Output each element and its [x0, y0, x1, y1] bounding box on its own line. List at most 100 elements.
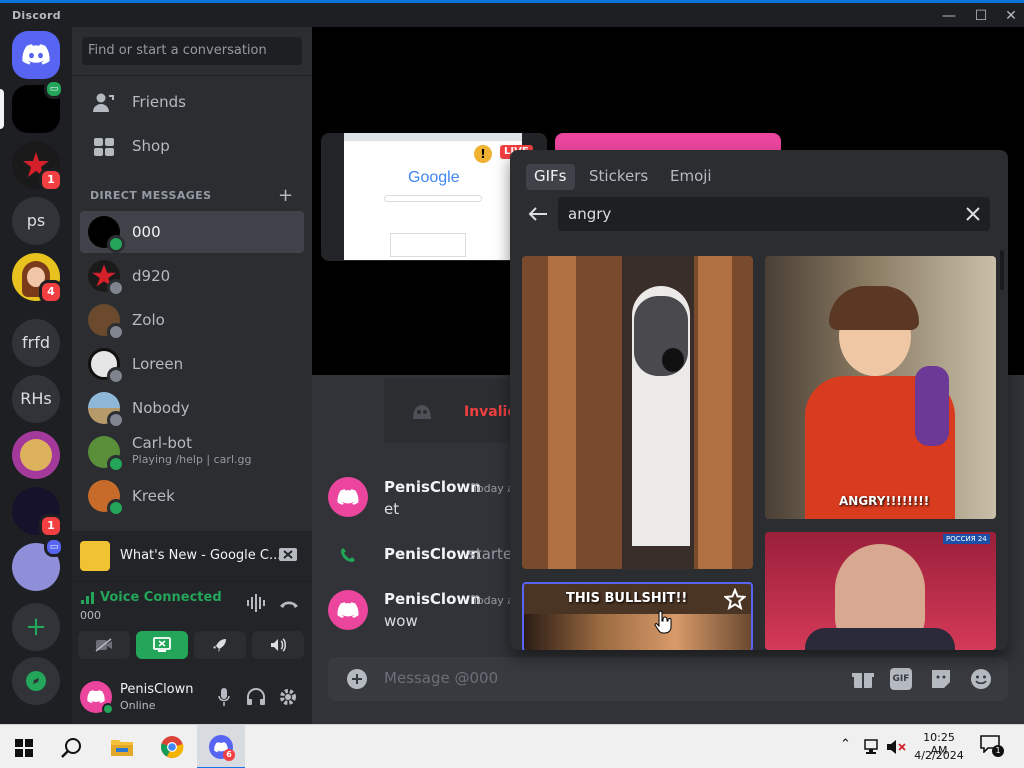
status-online-icon [107, 499, 125, 517]
server-selected-pill [0, 89, 4, 129]
google-logo: Google [408, 169, 460, 186]
dm-item-kreek[interactable]: Kreek [80, 475, 304, 517]
taskbar-file-explorer[interactable] [98, 725, 146, 768]
dm-item-zolo[interactable]: Zolo [80, 299, 304, 341]
taskbar-chrome[interactable] [148, 725, 196, 768]
friends-label: Friends [132, 93, 186, 111]
close-window-button[interactable]: ✕ [1000, 7, 1022, 25]
windows-taskbar: 6 ⌃ 10:25 AM 4/2/2024 1 [0, 724, 1024, 768]
search-icon[interactable] [61, 737, 83, 759]
gif-bullshit-result[interactable]: THIS BULLSHIT!! [522, 582, 753, 650]
activities-button[interactable] [194, 631, 246, 659]
server-item-selected[interactable]: ▭ [12, 79, 64, 133]
dm-item-nobody[interactable]: Nobody [80, 387, 304, 429]
explore-servers-button[interactable] [12, 657, 60, 705]
door-frame [548, 256, 576, 569]
server-unread-badge: 1 [39, 168, 63, 192]
headphones-icon[interactable] [246, 688, 266, 706]
friends-nav[interactable]: Friends [80, 83, 304, 123]
browser-bar [344, 133, 522, 141]
discord-logo-icon [337, 489, 359, 505]
message-author[interactable]: PenisClown [384, 478, 481, 496]
server-item-star[interactable]: 1 [12, 141, 63, 192]
dm-name: Carl-bot [132, 434, 192, 452]
gif-cat-result[interactable] [522, 256, 753, 569]
disconnect-icon[interactable] [278, 596, 300, 610]
stream-preview[interactable]: Google [344, 133, 522, 260]
warning-icon: ! [474, 145, 492, 163]
gif-angry-girl-result[interactable]: ANGRY!!!!!!!! [765, 256, 996, 519]
gif-scrollbar[interactable] [1000, 250, 1004, 290]
emoji-icon[interactable] [970, 668, 992, 690]
sticker-icon[interactable] [930, 668, 952, 690]
screen-share-icon: ▭ [44, 79, 64, 99]
screen-share-icon: ▭ [44, 537, 64, 557]
status-online-icon [102, 703, 114, 715]
server-item-avatar[interactable]: 4 [12, 253, 63, 304]
minimize-button[interactable]: — [938, 7, 960, 25]
dm-item-000[interactable]: 000 [80, 211, 304, 253]
home-button[interactable] [12, 31, 60, 79]
folder-icon [111, 740, 133, 756]
dm-item-loreen[interactable]: Loreen [80, 343, 304, 385]
back-arrow-icon[interactable] [528, 206, 548, 222]
server-item-art[interactable] [12, 431, 60, 479]
settings-gear-icon[interactable] [278, 687, 298, 707]
man-suit [805, 628, 955, 650]
tab-gifs[interactable]: GIFs [526, 164, 575, 190]
network-icon[interactable] [862, 739, 880, 755]
shop-icon [94, 138, 114, 156]
message-input[interactable]: Message @000 [384, 669, 498, 687]
dm-name: Loreen [132, 355, 184, 373]
phone-icon [341, 548, 355, 562]
message-avatar[interactable] [328, 590, 368, 630]
noise-suppression-icon[interactable] [246, 594, 266, 612]
dm-item-d920[interactable]: d920 [80, 255, 304, 297]
dm-name: d920 [132, 267, 171, 285]
voice-channel[interactable]: 000 [80, 609, 101, 622]
show-hidden-icons-icon[interactable]: ⌃ [840, 737, 851, 752]
maximize-button[interactable]: ☐ [970, 7, 992, 25]
activity-panel: What's New - Google C... [72, 531, 312, 581]
microphone-icon[interactable] [218, 688, 230, 706]
clock-date[interactable]: 4/2/2024 [914, 749, 964, 762]
message-author[interactable]: PenisClown [384, 545, 481, 563]
windows-start-icon[interactable] [15, 739, 33, 757]
server-item-frfd[interactable]: frfd [12, 319, 60, 367]
volume-muted-icon[interactable] [886, 739, 906, 755]
taskbar-discord[interactable]: 6 [197, 725, 245, 768]
message-avatar[interactable] [328, 477, 368, 517]
friends-icon [93, 93, 114, 112]
activity-app-icon [80, 541, 110, 571]
server-item-rhs[interactable]: RHs [12, 375, 60, 423]
dm-item-carl-bot[interactable]: Carl-bot Playing /help | carl.gg [80, 431, 304, 473]
tab-stickers[interactable]: Stickers [581, 164, 656, 190]
google-card [390, 233, 466, 257]
gif-man-result[interactable]: РОССИЯ 24 [765, 532, 996, 650]
server-item-dark[interactable]: 1 [12, 487, 63, 538]
gift-icon[interactable] [852, 669, 874, 689]
stop-stream-icon[interactable] [278, 545, 298, 565]
screen-share-button[interactable] [136, 631, 188, 659]
create-dm-button[interactable]: + [278, 185, 293, 206]
notification-center-button[interactable]: 1 [980, 735, 1004, 757]
voice-panel: Voice Connected 000 [72, 581, 312, 671]
girl-sleeve [915, 366, 949, 446]
tab-emoji[interactable]: Emoji [662, 164, 720, 190]
dm-search-input[interactable]: Find or start a conversation [82, 37, 302, 65]
gif-button[interactable]: GIF [890, 668, 912, 690]
voice-status[interactable]: Voice Connected [100, 590, 222, 605]
camera-off-icon [95, 638, 112, 652]
shop-nav[interactable]: Shop [80, 127, 304, 167]
clear-search-icon[interactable] [966, 207, 980, 221]
gif-search-input[interactable]: angry [568, 205, 611, 223]
favorite-star-icon[interactable] [724, 588, 746, 610]
add-server-button[interactable]: + [12, 603, 60, 651]
server-item-ps[interactable]: ps [12, 197, 60, 245]
server-item-anime[interactable]: ▭ [12, 537, 64, 591]
message-author[interactable]: PenisClown [384, 590, 481, 608]
message-text: wow [384, 612, 418, 630]
add-attachment-icon[interactable] [346, 668, 368, 690]
camera-off-button[interactable] [78, 631, 130, 659]
soundboard-button[interactable] [252, 631, 304, 659]
